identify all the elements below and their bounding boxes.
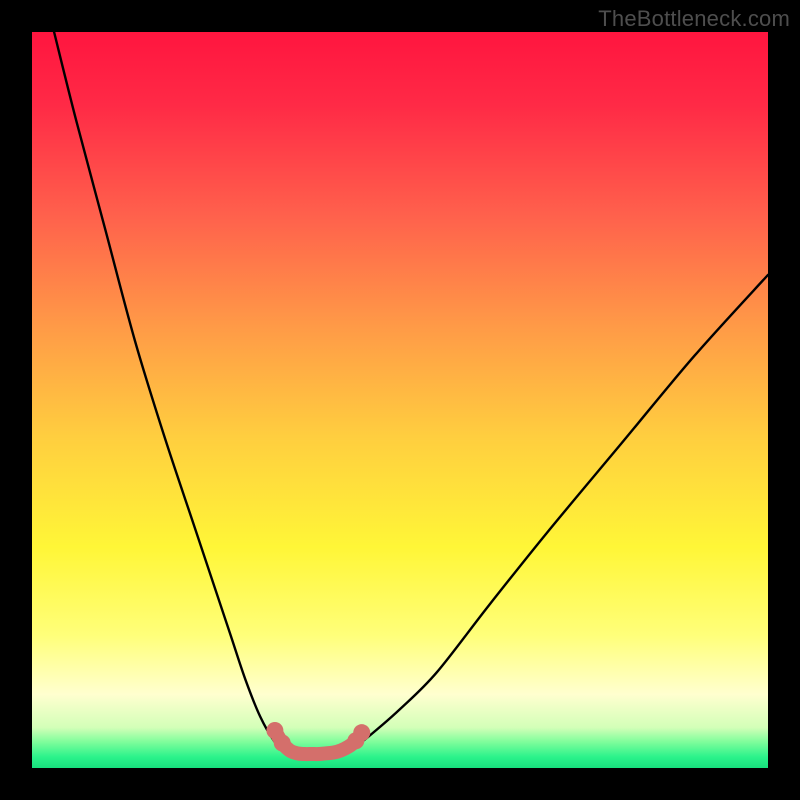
- accent-dot: [353, 724, 370, 741]
- plot-area: [32, 32, 768, 768]
- curve-layer: [32, 32, 768, 768]
- outer-frame: TheBottleneck.com: [0, 0, 800, 800]
- bottleneck-curve: [54, 32, 768, 754]
- watermark-text: TheBottleneck.com: [598, 6, 790, 32]
- accent-dot: [274, 734, 291, 751]
